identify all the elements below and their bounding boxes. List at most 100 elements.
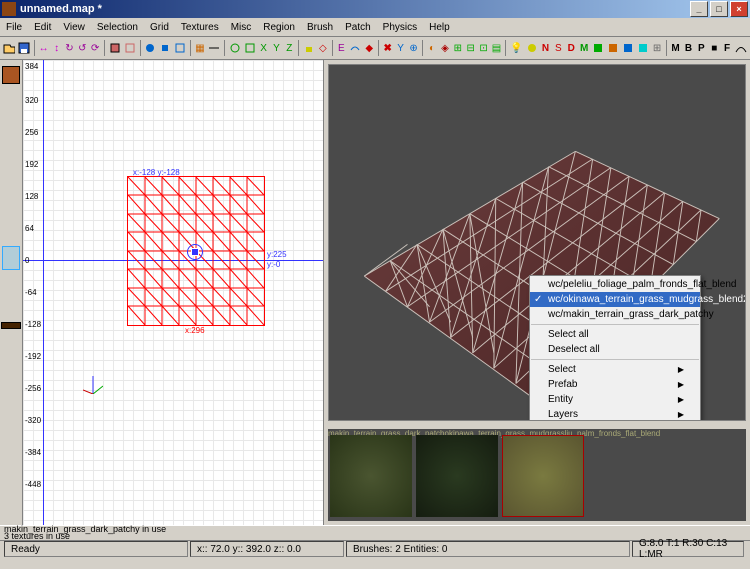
status-brushes: Brushes: 2 Entities: 0 [346,541,630,557]
clipper-icon[interactable] [207,39,221,57]
layer-blue-icon[interactable] [621,39,635,57]
scale-y-icon[interactable]: Y [270,39,282,57]
axis-y [43,60,44,525]
chevron-right-icon: ▶ [678,380,684,389]
texture-thumb-1[interactable] [330,435,412,517]
texture-swatch[interactable] [2,66,20,84]
show-models-icon[interactable]: ◆ [363,39,375,57]
patch-center-ring[interactable] [187,244,203,260]
select-inside-icon[interactable] [123,39,137,57]
menu-textures[interactable]: Textures [175,20,225,35]
ctx-layers[interactable]: Layers▶ [530,407,700,421]
status-texture-count: 3 textures in use [4,533,746,540]
menu-bar: File Edit View Selection Grid Textures M… [0,18,750,37]
ctx-select[interactable]: Select▶ [530,362,700,377]
menu-grid[interactable]: Grid [144,20,175,35]
ctx-texture-3[interactable]: wc/makin_terrain_grass_dark_patchy [530,307,700,322]
menu-physics[interactable]: Physics [377,20,423,35]
hollow-icon[interactable] [173,39,187,57]
menu-misc[interactable]: Misc [225,20,258,35]
save-icon[interactable] [17,39,31,57]
view-3d[interactable]: wc/peleliu_foliage_palm_fronds_flat_blen… [328,64,746,421]
status-coords: x:: 72.0 y:: 392.0 z:: 0.0 [190,541,344,557]
patch-bend-icon[interactable]: ⊞ [452,39,464,57]
show-angles-icon[interactable]: S [552,39,564,57]
show-patches-icon[interactable] [348,39,362,57]
layer-green-icon[interactable] [591,39,605,57]
show-detail-icon[interactable]: D [565,39,577,57]
minimize-button[interactable]: _ [690,1,708,17]
layer-grid-icon[interactable]: ⊞ [651,39,663,57]
texture-swatch-selected[interactable] [1,322,21,329]
flip-y-icon[interactable]: ↕ [51,39,63,57]
menu-edit[interactable]: Edit [28,20,57,35]
patch-label-top: x:-128 y:-128 [133,168,180,177]
ctx-deselect-all[interactable]: Deselect all [530,342,700,357]
rotate-y-icon[interactable]: ↺ [76,39,88,57]
filter-b-icon[interactable]: B [682,39,694,57]
texture-thumb-2[interactable] [416,435,498,517]
workspace: 384 320 256 192 128 64 0 -64 -128 -192 -… [0,60,750,525]
ctx-texture-1[interactable]: wc/peleliu_foliage_palm_fronds_flat_blen… [530,277,700,292]
free-scale-icon[interactable] [243,39,257,57]
ctx-texture-2[interactable]: ✓wc/okinawa_terrain_grass_mudgrass_blend… [530,292,700,307]
ctx-select-all[interactable]: Select all [530,327,700,342]
move-lock-icon[interactable] [302,39,316,57]
view-gizmo [83,374,103,394]
window-title: unnamed.map * [20,3,688,15]
csg-merge-icon[interactable] [158,39,172,57]
grid-2d-view[interactable]: 384 320 256 192 128 64 0 -64 -128 -192 -… [23,60,324,525]
texture-thumb-3[interactable] [502,435,584,517]
rotate-z-icon[interactable]: ⟳ [89,39,101,57]
patch-insert-icon[interactable]: ▤ [491,39,503,57]
lock-z-icon[interactable]: ⊕ [408,39,420,57]
status-bar-info: makin_terrain_grass_dark_patchy in use 3… [0,525,750,540]
menu-view[interactable]: View [57,20,91,35]
patch-weld-icon[interactable]: ⊟ [465,39,477,57]
dont-select-models-icon[interactable]: ◈ [439,39,451,57]
filter-filled-icon[interactable]: ■ [708,39,720,57]
flip-x-icon[interactable]: ↔ [38,39,50,57]
cubic-clip-icon[interactable]: ◇ [317,39,329,57]
status-texture-in-use: makin_terrain_grass_dark_patchy in use [4,526,746,533]
open-icon[interactable] [2,39,16,57]
layer-cyan-icon[interactable] [636,39,650,57]
maximize-button[interactable]: □ [710,1,728,17]
menu-help[interactable]: Help [423,20,456,35]
filter-f-icon[interactable]: F [721,39,733,57]
scale-x-icon[interactable]: X [258,39,270,57]
lock-y-icon[interactable]: Y [395,39,407,57]
show-light-icon[interactable]: 💡 [509,39,523,57]
show-names-icon[interactable]: N [540,39,552,57]
selection-preview [2,246,20,270]
menu-file[interactable]: File [0,20,28,35]
check-icon: ✓ [534,294,542,305]
show-sound-icon[interactable] [525,39,539,57]
select-touching-icon[interactable] [108,39,122,57]
menu-region[interactable]: Region [257,20,301,35]
chevron-right-icon: ▶ [678,410,684,419]
texture-browser[interactable]: makin_terrain_grass_dark_patchokinawa_te… [328,429,746,521]
patch-label-mid: y:-0 [267,260,280,269]
lock-x-icon[interactable]: ✖ [382,39,394,57]
menu-selection[interactable]: Selection [91,20,144,35]
ctx-prefab[interactable]: Prefab▶ [530,377,700,392]
texture-view-icon[interactable]: ▦ [194,39,206,57]
patch-label-right: y:225 [267,250,287,259]
menu-brush[interactable]: Brush [301,20,339,35]
free-rotation-icon[interactable] [228,39,242,57]
show-mapinfo-icon[interactable]: M [578,39,590,57]
scale-z-icon[interactable]: Z [283,39,295,57]
patch-drill-icon[interactable]: ⊡ [478,39,490,57]
show-entities-icon[interactable]: E [335,39,347,57]
close-button[interactable]: × [730,1,748,17]
dont-select-curves-icon[interactable]: ◐ [426,39,438,57]
filter-p-icon[interactable]: P [695,39,707,57]
filter-m-icon[interactable]: M [670,39,682,57]
spline-icon[interactable] [734,39,748,57]
menu-patch[interactable]: Patch [339,20,377,35]
csg-subtract-icon[interactable] [143,39,157,57]
ctx-entity[interactable]: Entity▶ [530,392,700,407]
layer-orange-icon[interactable] [606,39,620,57]
rotate-x-icon[interactable]: ↻ [64,39,76,57]
